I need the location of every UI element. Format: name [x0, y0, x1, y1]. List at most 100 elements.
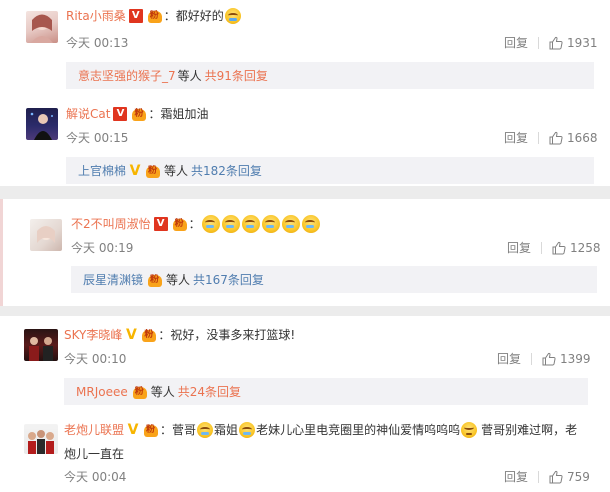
like-icon[interactable]: [549, 131, 563, 145]
username-link[interactable]: 解说Cat: [66, 106, 110, 122]
comment-time: 今天 00:04: [64, 470, 127, 484]
fan-badge-icon: 粉: [140, 328, 157, 342]
divider: [538, 36, 540, 49]
fan-badge-icon: 粉: [144, 164, 161, 178]
like-count: 1668: [567, 130, 598, 145]
sad-emoji-icon: [461, 422, 478, 438]
divider: [538, 131, 540, 144]
divider: [541, 241, 543, 254]
crying-emoji-icon: [197, 422, 214, 438]
section-gap: [0, 306, 610, 316]
avatar-image: [29, 337, 53, 361]
like-icon[interactable]: [549, 470, 563, 484]
view-replies-link[interactable]: 共182条回复: [191, 162, 262, 179]
reply-author-link[interactable]: 上官棉棉: [78, 162, 126, 179]
avatar-image: [30, 112, 53, 140]
fan-badge-icon: 粉: [130, 107, 147, 121]
reply-author-link[interactable]: 辰星清渊镜: [83, 271, 143, 288]
reply-deng-text: 等人: [177, 69, 202, 83]
avatar-image: [31, 14, 53, 43]
replies-summary[interactable]: 上官棉棉 V 粉 等人 共182条回复: [66, 157, 594, 184]
comment-actions: 回复 1931: [504, 34, 598, 51]
like-icon[interactable]: [542, 352, 556, 366]
separator: ：: [148, 107, 161, 121]
avatar[interactable]: [30, 219, 62, 251]
comment-text: 霜姐: [214, 423, 239, 437]
divider: [531, 352, 533, 365]
reply-button[interactable]: 回复: [507, 239, 531, 256]
reply-author-link[interactable]: 意志坚强的猴子_7: [78, 67, 176, 84]
v-badge-icon: V: [153, 217, 168, 231]
view-replies-link[interactable]: 共167条回复: [193, 271, 264, 288]
reply-author-link[interactable]: MRJoeee: [76, 385, 128, 399]
crying-emoji-icon: [261, 215, 280, 233]
comment-actions: 回复 1258: [507, 239, 601, 256]
comment-text-continued: 炮儿一直在: [64, 447, 125, 461]
reply-deng-text: 等人: [150, 385, 175, 399]
avatar[interactable]: [26, 11, 58, 43]
comment-text: 霜姐加油: [160, 107, 209, 121]
view-replies-link[interactable]: 共91条回复: [205, 67, 268, 84]
v-badge-icon: V: [127, 422, 139, 438]
fan-badge-icon: 粉: [146, 273, 163, 287]
comment-line: 不2不叫周淑怡 V 粉 ：: [71, 215, 321, 233]
comment-actions: 回复 1668: [504, 129, 598, 146]
v-badge-icon: V: [128, 9, 143, 23]
crying-emoji-icon: [281, 215, 300, 233]
view-replies-link[interactable]: 共24条回复: [178, 383, 241, 400]
like-count: 1258: [570, 240, 601, 255]
v-badge-icon: V: [113, 107, 128, 121]
fan-badge-icon: 粉: [171, 217, 188, 231]
separator: ：: [160, 423, 173, 437]
comment-text: 菅哥别难过啊，老: [481, 423, 578, 437]
comment-line: 解说Cat V 粉 ： 霜姐加油: [66, 106, 208, 122]
like-icon[interactable]: [552, 241, 566, 255]
reply-button[interactable]: 回复: [504, 468, 528, 485]
reply-button[interactable]: 回复: [497, 350, 521, 367]
crying-emoji-icon: [241, 215, 260, 233]
avatar[interactable]: [24, 329, 58, 361]
crying-emoji-icon: [221, 215, 240, 233]
comment-text: 老妹儿心里电竞圈里的神仙爱情呜呜呜: [256, 423, 461, 437]
reply-button[interactable]: 回复: [504, 129, 528, 146]
crying-emoji-icon: [301, 215, 320, 233]
separator: ：: [163, 9, 176, 23]
comment-text: 都好好的: [175, 9, 224, 23]
fan-badge-icon: 粉: [131, 385, 148, 399]
crying-emoji-icon: [201, 215, 220, 233]
v-badge-icon: V: [129, 162, 141, 179]
username-link[interactable]: 不2不叫周淑怡: [71, 216, 151, 232]
separator: ：: [188, 217, 201, 231]
crying-emoji-icon: [239, 422, 256, 438]
v-badge-icon: V: [125, 327, 137, 343]
like-count: 1931: [567, 35, 598, 50]
replies-summary[interactable]: 意志坚强的猴子_7 等人 共91条回复: [66, 62, 594, 89]
comment-time: 今天 00:13: [66, 36, 129, 50]
like-icon[interactable]: [549, 36, 563, 50]
username-link[interactable]: Rita小雨桑: [66, 8, 126, 24]
avatar[interactable]: [24, 424, 58, 454]
avatar-image: [37, 226, 55, 243]
comment-time: 今天 00:15: [66, 131, 129, 145]
reply-button[interactable]: 回复: [504, 34, 528, 51]
comment-text: 祝好，没事多来打篮球!: [170, 328, 296, 342]
divider: [538, 470, 540, 483]
avatar[interactable]: [26, 108, 58, 140]
comment-line: SKY李晓峰 V 粉 ： 祝好，没事多来打篮球!: [64, 327, 295, 343]
like-count: 1399: [560, 351, 591, 366]
separator: ：: [158, 328, 171, 342]
username-link[interactable]: 老炮儿联盟: [64, 422, 124, 438]
fan-badge-icon: 粉: [146, 9, 163, 23]
reply-deng-text: 等人: [166, 273, 191, 287]
comment-line: Rita小雨桑 V 粉 ： 都好好的: [66, 8, 242, 24]
comment-text: 菅哥: [172, 423, 197, 437]
section-gap: [0, 186, 610, 199]
comment-actions: 回复 1399: [497, 350, 591, 367]
replies-summary[interactable]: 辰星清渊镜 粉 等人 共167条回复: [71, 266, 597, 293]
username-link[interactable]: SKY李晓峰: [64, 327, 122, 343]
crying-emoji-icon: [224, 8, 241, 24]
comment-time: 今天 00:10: [64, 352, 127, 366]
fan-badge-icon: 粉: [142, 423, 159, 437]
avatar-image: [28, 430, 54, 454]
replies-summary[interactable]: MRJoeee 粉 等人 共24条回复: [64, 378, 588, 405]
